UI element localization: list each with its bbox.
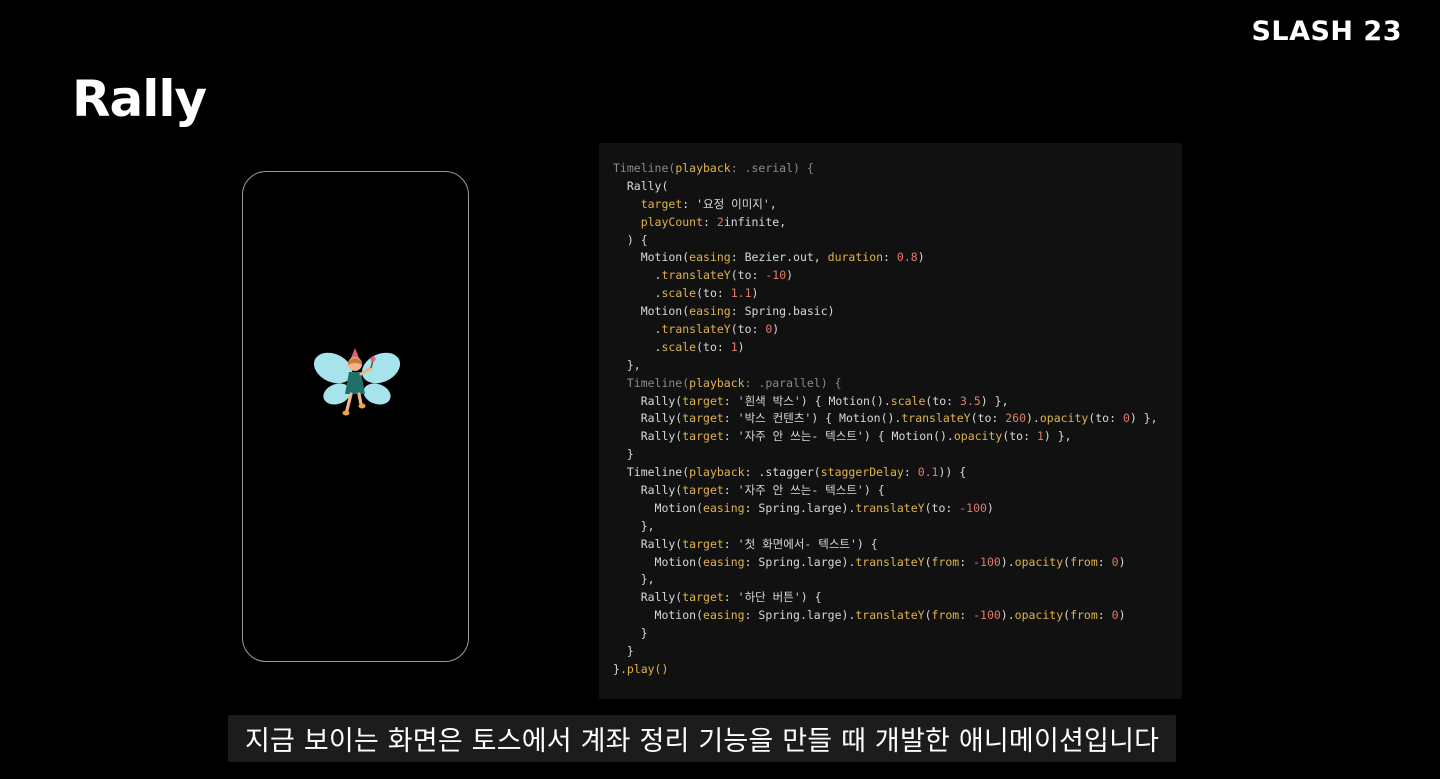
code-line: Rally(target: '흰색 박스') { Motion().scale(… [613,393,1009,408]
slide-title: Rally [72,70,207,128]
code-line: }.play() [613,661,669,676]
code-line: Rally(target: '하단 버튼') { [613,590,822,605]
code-panel: Timeline(playback: .serial) { Rally( tar… [599,143,1182,699]
code-line: Rally( [613,178,669,193]
code-line: Rally(target: '박스 컨텐츠') { Motion().trans… [613,411,1158,426]
code-line: Motion(easing: Spring.basic) [613,304,835,319]
code-line: .translateY(to: -10) [613,268,794,283]
code-line: .translateY(to: 0) [613,322,780,337]
code-line: Motion(easing: Spring.large).translateY(… [613,554,1126,569]
code-line: ) { [613,232,648,247]
code-line: } [613,644,634,659]
code-line: playCount: 2infinite, [640,214,787,229]
fairy-icon [313,348,401,416]
code-line: }, [613,357,641,372]
code-line: } [613,447,634,462]
code-line: Timeline(playback: .parallel) { [613,375,842,390]
slide: SLASH 23 Rally Timeline(playback: .seria… [0,0,1440,779]
code-line: .scale(to: 1) [613,339,745,354]
code-line: .scale(to: 1.1) [613,286,759,301]
caption-subtitle: 지금 보이는 화면은 토스에서 계좌 정리 기능을 만들 때 개발한 애니메이션… [228,715,1177,762]
code-line: Rally(target: '자주 안 쓰는- 텍스트') { Motion()… [613,429,1072,444]
code-line: target: '요정 이미지', [640,196,777,211]
code-line: Rally(target: '첫 화면에서- 텍스트') { [613,536,878,551]
code-line: Timeline(playback: .serial) { [613,161,814,175]
code-line: } [613,626,648,641]
code-line: }, [613,572,655,587]
code-line: }, [613,518,655,533]
phone-frame [242,171,469,662]
code-line: Motion(easing: Spring.large).translateY(… [613,608,1126,623]
brand-logo: SLASH 23 [1251,16,1402,47]
code-line: Rally(target: '자주 안 쓰는- 텍스트') { [613,483,885,498]
code-line: Motion(easing: Bezier.out, duration: 0.8… [613,250,925,265]
code-line: Timeline(playback: .stagger(staggerDelay… [613,465,967,480]
code-line: Motion(easing: Spring.large).translateY(… [613,500,994,515]
